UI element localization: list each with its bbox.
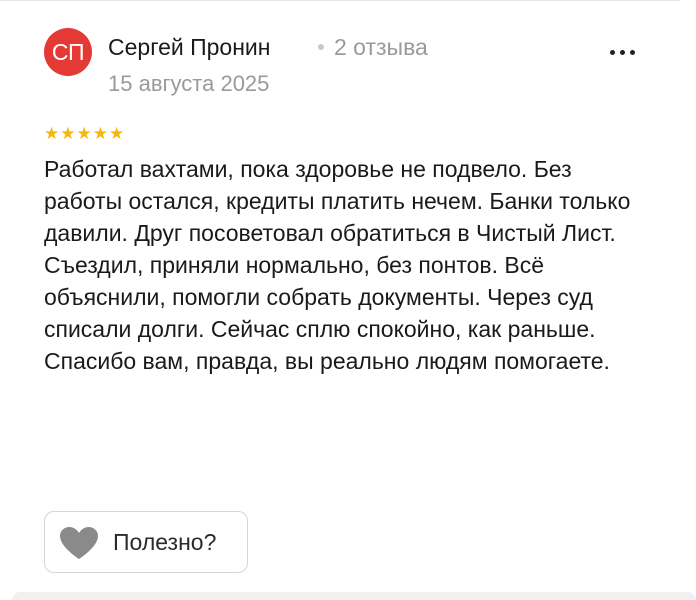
heart-icon [60,527,98,559]
author-name[interactable]: Сергей Пронин [108,34,270,61]
review-date: 15 августа 2025 [108,71,270,96]
avatar[interactable]: СП [44,28,92,76]
helpful-label: Полезно? [113,529,217,555]
rating-stars: ★★★★★ [44,124,126,143]
helpful-button[interactable]: Полезно? [44,511,248,573]
reviews-count: 2 отзыва [334,34,428,60]
top-divider [0,0,680,1]
review-text: Работал вахтами, пока здоровье не подвел… [44,156,631,374]
more-options-icon[interactable] [610,40,650,64]
separator-dot [318,44,324,50]
next-card-edge [12,592,696,600]
